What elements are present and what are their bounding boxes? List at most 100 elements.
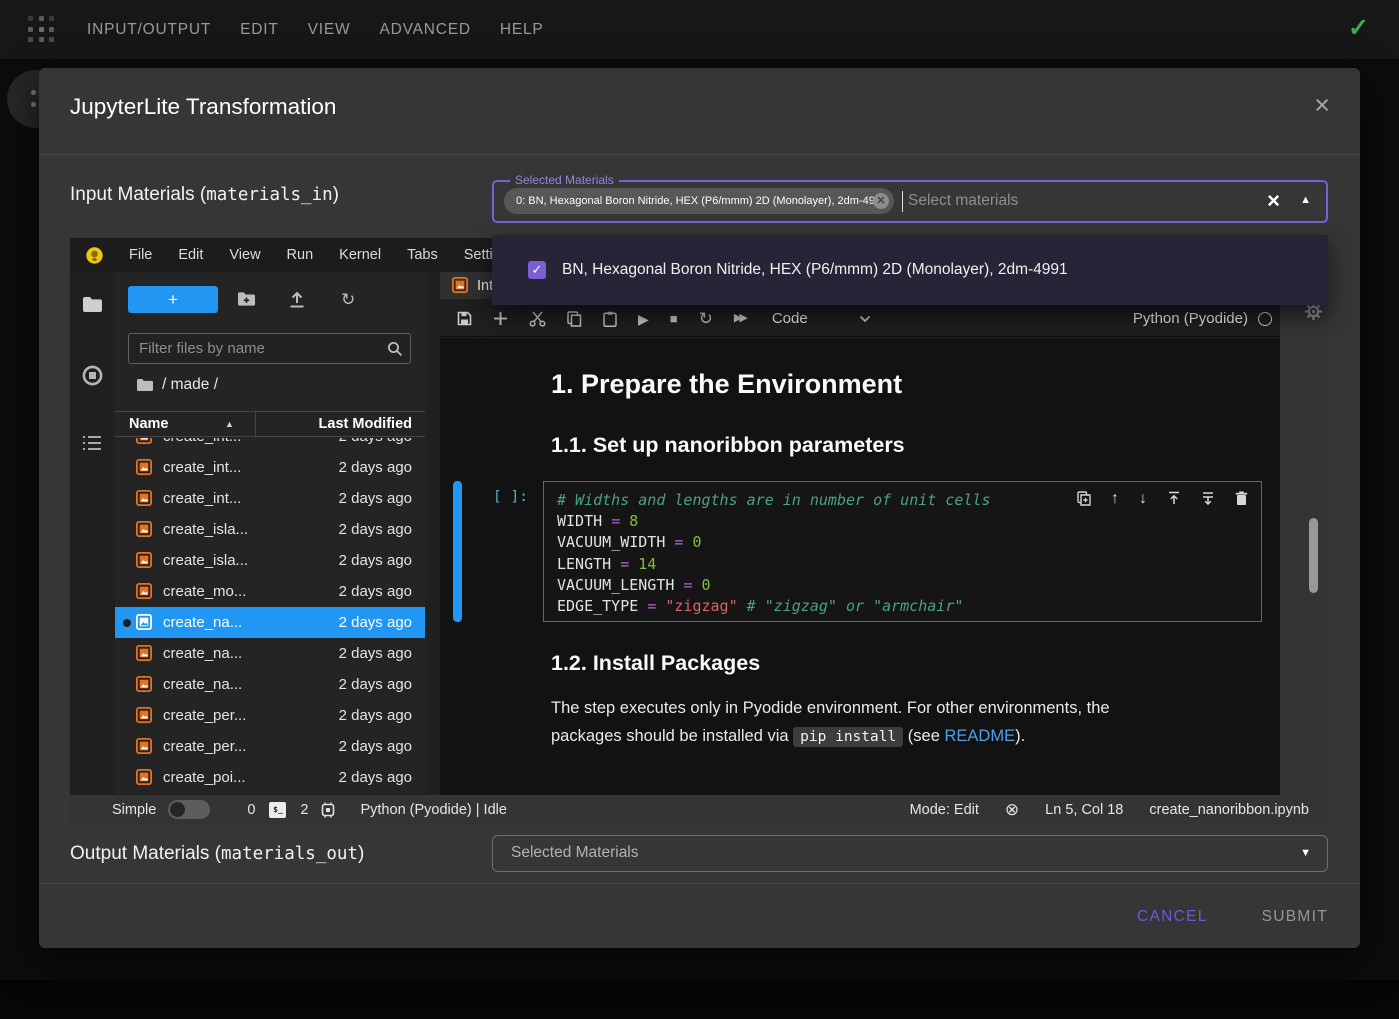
app-logo-icon[interactable] xyxy=(28,16,56,44)
notebook-toolbar: ▶ ■ ↻ ▶▶ Code Python (Pyodide) xyxy=(440,301,1280,337)
insert-cell-above-icon[interactable] xyxy=(1167,491,1181,507)
file-row[interactable]: create_isla... 2 days ago xyxy=(115,514,425,545)
dropdown-option-label[interactable]: BN, Hexagonal Boron Nitride, HEX (P6/mmm… xyxy=(562,261,1068,279)
menu-edit[interactable]: EDIT xyxy=(240,21,279,39)
jmenu-tabs[interactable]: Tabs xyxy=(394,247,451,263)
collapse-dropdown-icon[interactable]: ▲ xyxy=(1300,194,1311,206)
close-icon[interactable]: × xyxy=(1314,92,1330,119)
duplicate-cell-icon[interactable] xyxy=(1077,491,1091,507)
file-name: create_int... xyxy=(163,459,339,476)
jmenu-view[interactable]: View xyxy=(216,247,273,263)
code-line[interactable]: EDGE_TYPE = "zigzag" # "zigzag" or "armc… xyxy=(557,596,1248,617)
breadcrumb[interactable]: / made / xyxy=(136,376,218,394)
upload-icon[interactable] xyxy=(289,291,305,308)
code-line[interactable]: WIDTH = 8 xyxy=(557,511,1248,532)
code-line[interactable]: VACUUM_LENGTH = 0 xyxy=(557,575,1248,596)
file-row[interactable]: create_mo... 2 days ago xyxy=(115,576,425,607)
menu-advanced[interactable]: ADVANCED xyxy=(379,21,470,39)
save-icon[interactable] xyxy=(457,311,472,326)
filter-files-input[interactable] xyxy=(128,333,411,364)
restart-run-all-icon[interactable]: ▶▶ xyxy=(734,313,745,324)
selected-materials-field[interactable]: Selected Materials 0: BN, Hexagonal Boro… xyxy=(492,180,1328,223)
clear-selection-icon[interactable]: × xyxy=(1267,188,1280,214)
move-cell-up-icon[interactable]: ↑ xyxy=(1111,491,1119,507)
running-kernels-tab-icon[interactable] xyxy=(82,365,103,386)
file-row[interactable]: create_per... 2 days ago xyxy=(115,700,425,731)
material-chip[interactable]: 0: BN, Hexagonal Boron Nitride, HEX (P6/… xyxy=(504,188,894,214)
select-materials-placeholder[interactable]: Select materials xyxy=(908,192,1018,210)
insert-cell-icon[interactable] xyxy=(493,311,508,326)
interrupt-kernel-icon[interactable]: ■ xyxy=(670,312,678,325)
code-lines[interactable]: # Widths and lengths are in number of un… xyxy=(557,490,1248,617)
run-cell-icon[interactable]: ▶ xyxy=(638,312,649,326)
notebook-file-icon xyxy=(136,521,153,538)
jmenu-file[interactable]: File xyxy=(116,247,165,263)
file-row[interactable]: create_na... 2 days ago xyxy=(115,669,425,700)
file-name: create_na... xyxy=(163,676,339,693)
simple-mode-toggle[interactable] xyxy=(168,800,210,819)
new-launcher-button[interactable]: + xyxy=(128,286,218,313)
jmenu-edit[interactable]: Edit xyxy=(165,247,216,263)
file-row[interactable]: create_per... 2 days ago xyxy=(115,731,425,762)
notebook-paragraph: The step executes only in Pyodide enviro… xyxy=(551,694,1169,751)
sort-ascending-icon[interactable]: ▲ xyxy=(225,419,234,429)
file-name: create_mo... xyxy=(163,583,339,600)
app-top-bar: INPUT/OUTPUT EDIT VIEW ADVANCED HELP ✓ xyxy=(0,0,1399,59)
output-select-value: Selected Materials xyxy=(511,844,639,862)
submit-button[interactable]: SUBMIT xyxy=(1262,908,1328,926)
kernel-name[interactable]: Python (Pyodide) xyxy=(1133,310,1248,327)
editor-mode[interactable]: Mode: Edit xyxy=(910,802,979,818)
cancel-button[interactable]: CANCEL xyxy=(1137,908,1208,926)
table-of-contents-tab-icon[interactable] xyxy=(82,435,102,451)
notebook-scrollbar-thumb[interactable] xyxy=(1309,518,1318,593)
file-browser-tab-icon[interactable] xyxy=(82,296,103,313)
terminals-count[interactable]: 0 xyxy=(247,802,255,818)
menu-view[interactable]: VIEW xyxy=(308,21,351,39)
paste-cells-icon[interactable] xyxy=(603,311,617,327)
new-folder-icon[interactable] xyxy=(237,291,256,307)
file-row[interactable]: create_int... 2 days ago xyxy=(115,483,425,514)
breadcrumb-path[interactable]: / made / xyxy=(162,376,218,394)
insert-cell-below-icon[interactable] xyxy=(1201,491,1215,507)
column-last-modified[interactable]: Last Modified xyxy=(319,416,412,432)
jmenu-run[interactable]: Run xyxy=(274,247,327,263)
chip-remove-icon[interactable]: ✕ xyxy=(873,193,889,209)
text-cursor xyxy=(902,191,903,212)
menu-input-output[interactable]: INPUT/OUTPUT xyxy=(87,21,211,39)
notebook-panel: Intr ▶ ■ ↻ ▶▶ Code Python (Pyodi xyxy=(440,272,1280,795)
move-cell-down-icon[interactable]: ↓ xyxy=(1139,491,1147,507)
file-row[interactable]: create_na... 2 days ago xyxy=(115,607,425,638)
readme-link[interactable]: README xyxy=(945,727,1016,745)
file-name: create_isla... xyxy=(163,552,339,569)
delete-cell-icon[interactable] xyxy=(1235,491,1248,507)
file-row[interactable]: create_int... 2 days ago xyxy=(115,452,425,483)
refresh-icon[interactable]: ↻ xyxy=(341,291,355,308)
notebook-file-icon xyxy=(136,438,153,445)
notebook-file-icon xyxy=(136,645,153,662)
kernel-status-text[interactable]: Python (Pyodide) | Idle xyxy=(360,802,506,818)
cursor-position[interactable]: Ln 5, Col 18 xyxy=(1045,802,1123,818)
code-line[interactable]: VACUUM_WIDTH = 0 xyxy=(557,532,1248,553)
menu-help[interactable]: HELP xyxy=(500,21,544,39)
file-row[interactable]: create_int... 2 days ago xyxy=(115,438,425,452)
code-cell[interactable]: # Widths and lengths are in number of un… xyxy=(543,481,1262,622)
copy-cells-icon[interactable] xyxy=(567,311,582,327)
jupyter-left-rail xyxy=(70,272,115,795)
kernels-count[interactable]: 2 xyxy=(300,802,308,818)
file-row[interactable]: create_na... 2 days ago xyxy=(115,638,425,669)
screen: INPUT/OUTPUT EDIT VIEW ADVANCED HELP ✓ J… xyxy=(0,0,1399,1019)
file-modified: 2 days ago xyxy=(339,738,412,755)
code-line[interactable]: LENGTH = 14 xyxy=(557,554,1248,575)
cell-type-select[interactable]: Code xyxy=(772,310,808,327)
file-row[interactable]: create_isla... 2 days ago xyxy=(115,545,425,576)
cut-cells-icon[interactable] xyxy=(529,311,546,327)
file-row[interactable]: create_poi... 2 days ago xyxy=(115,762,425,793)
cell-type-chevron-icon[interactable] xyxy=(859,315,871,323)
restart-kernel-icon[interactable]: ↻ xyxy=(699,310,713,327)
jmenu-kernel[interactable]: Kernel xyxy=(326,247,394,263)
app-menu: INPUT/OUTPUT EDIT VIEW ADVANCED HELP xyxy=(87,0,544,59)
checkbox-checked-icon[interactable]: ✓ xyxy=(528,261,546,279)
output-materials-select[interactable]: Selected Materials ▼ xyxy=(492,835,1328,872)
column-name[interactable]: Name xyxy=(129,416,169,432)
notebook-content[interactable]: 1. Prepare the Environment 1.1. Set up n… xyxy=(440,338,1280,795)
